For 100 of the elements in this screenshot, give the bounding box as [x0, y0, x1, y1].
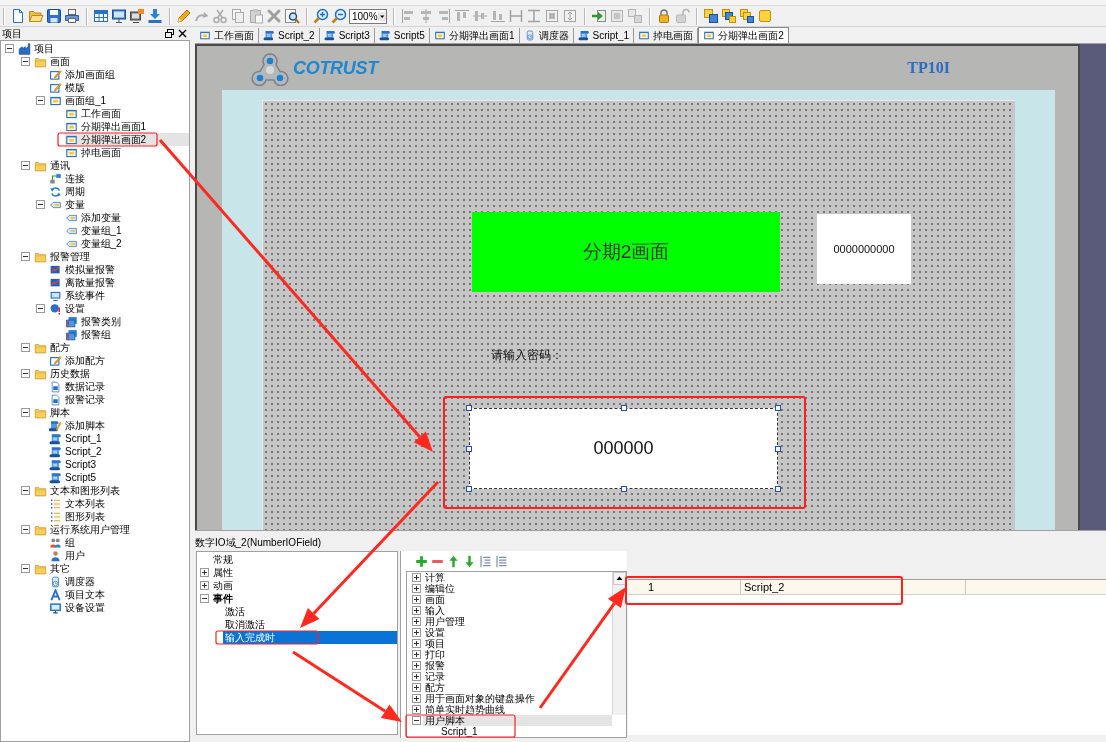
tree-item[interactable]: Script5: [49, 471, 99, 484]
function-item[interactable]: 报警: [423, 660, 447, 671]
resize-handle-icon[interactable]: [620, 486, 627, 492]
expand-icon[interactable]: [412, 628, 421, 637]
tree-item[interactable]: 历史数据: [33, 367, 92, 380]
expand-icon[interactable]: [412, 683, 421, 692]
collapse-icon[interactable]: [20, 161, 30, 170]
monitor-arrow-icon[interactable]: [129, 8, 145, 24]
tree-item[interactable]: Script3: [49, 458, 99, 471]
table-icon[interactable]: [93, 8, 109, 24]
function-item[interactable]: 用于画面对象的键盘操作: [423, 693, 537, 704]
tree-item[interactable]: Script_2: [49, 445, 104, 458]
category-item[interactable]: 激活: [223, 605, 247, 618]
expand-icon[interactable]: [412, 705, 421, 714]
category-item[interactable]: 常规: [211, 553, 235, 566]
resize-handle-icon[interactable]: [466, 486, 472, 492]
editor-tab[interactable]: Script3: [319, 28, 375, 43]
tree-item[interactable]: 图形列表: [49, 510, 107, 523]
stacked-squares-icon[interactable]: [703, 8, 719, 24]
resize-handle-icon[interactable]: [775, 445, 781, 452]
resize-handle-icon[interactable]: [466, 405, 472, 411]
outdent-list-icon[interactable]: [495, 554, 508, 568]
function-item[interactable]: 设置: [423, 627, 447, 638]
tree-item[interactable]: 添加变量: [64, 211, 123, 224]
function-item[interactable]: 项目: [423, 638, 447, 649]
tree-item[interactable]: 模版: [49, 81, 87, 94]
tree-item[interactable]: 报警记录: [49, 393, 107, 406]
collapse-icon[interactable]: [200, 594, 209, 603]
up-arrow-icon[interactable]: [447, 554, 460, 568]
function-item[interactable]: 简单实时趋势曲线: [423, 704, 507, 715]
tree-item[interactable]: 掉电画面: [64, 146, 123, 159]
editor-tab[interactable]: 工作画面: [195, 28, 259, 43]
category-item[interactable]: 动画: [211, 579, 235, 592]
expand-icon[interactable]: [200, 568, 209, 577]
tree-item[interactable]: 文本和图形列表: [33, 484, 122, 497]
collapse-icon[interactable]: [412, 716, 421, 725]
tree-item[interactable]: 分期弹出画面1: [64, 120, 149, 133]
function-item[interactable]: 记录: [423, 671, 447, 682]
stacked-squares-icon[interactable]: [721, 8, 737, 24]
tree-item[interactable]: 调度器: [49, 575, 97, 588]
download-icon[interactable]: [147, 8, 163, 24]
collapse-icon[interactable]: [20, 252, 30, 261]
scroll-up-icon[interactable]: [613, 572, 626, 585]
editor-tab[interactable]: 分期弹出画面2: [698, 27, 789, 43]
category-item[interactable]: 属性: [211, 566, 235, 579]
expand-icon[interactable]: [412, 694, 421, 703]
tree-item[interactable]: 周期: [49, 185, 87, 198]
expand-icon[interactable]: [200, 581, 209, 590]
tree-item[interactable]: 通讯: [33, 159, 72, 172]
stacked-squares-icon[interactable]: [739, 8, 755, 24]
tree-item[interactable]: 运行系统用户管理: [33, 523, 132, 536]
collapse-icon[interactable]: [36, 96, 45, 105]
tree-item[interactable]: 配方: [33, 341, 72, 354]
tree-item[interactable]: 报警管理: [33, 250, 92, 263]
tree-item[interactable]: 文本列表: [49, 497, 107, 510]
collapse-icon[interactable]: [20, 564, 30, 573]
function-item[interactable]: 打印: [423, 649, 447, 660]
expand-icon[interactable]: [412, 639, 421, 648]
collapse-icon[interactable]: [20, 408, 30, 417]
tree-item[interactable]: 工作画面: [64, 107, 123, 120]
zoom-out-icon[interactable]: [331, 8, 347, 24]
pencil-icon[interactable]: [176, 8, 192, 24]
resize-handle-icon[interactable]: [466, 445, 472, 452]
category-item[interactable]: 事件: [211, 592, 235, 605]
tree-item[interactable]: 脚本: [33, 406, 72, 419]
collapse-icon[interactable]: [20, 369, 30, 378]
tree-item[interactable]: 画面: [33, 55, 72, 68]
scrollbar[interactable]: [612, 572, 626, 715]
close-icon[interactable]: [178, 29, 187, 38]
editor-tab[interactable]: 分期弹出画面1: [429, 28, 520, 43]
collapse-icon[interactable]: [36, 200, 45, 209]
function-item[interactable]: 配方: [423, 682, 447, 693]
tree-item[interactable]: 添加脚本: [49, 419, 107, 432]
editor-tab[interactable]: Script_2: [259, 28, 320, 43]
collapse-icon[interactable]: [36, 304, 45, 313]
resize-handle-icon[interactable]: [620, 405, 627, 411]
collapse-icon[interactable]: [5, 44, 14, 53]
editor-tab[interactable]: Script_1: [573, 28, 635, 43]
document-icon[interactable]: [10, 8, 26, 24]
editor-tab[interactable]: 调度器: [519, 28, 574, 43]
expand-icon[interactable]: [412, 672, 421, 681]
editor-tab[interactable]: Script5: [374, 28, 430, 43]
collapse-icon[interactable]: [20, 343, 30, 352]
resize-handle-icon[interactable]: [775, 486, 781, 492]
expand-icon[interactable]: [412, 661, 421, 670]
tree-item[interactable]: 系统事件: [49, 289, 107, 302]
tree-item[interactable]: 画面组_1: [49, 94, 109, 107]
category-item[interactable]: 取消激活: [223, 618, 267, 631]
save-icon[interactable]: [46, 8, 62, 24]
tree-item[interactable]: 其它: [33, 562, 72, 575]
tree-item[interactable]: 设置: [49, 302, 87, 315]
function-item[interactable]: 用户脚本: [423, 715, 612, 726]
tree-item[interactable]: 报警组: [64, 328, 113, 341]
tree-item[interactable]: 组: [49, 536, 77, 549]
tree-item[interactable]: 添加画面组: [49, 68, 117, 81]
tree-item[interactable]: 变量组_1: [64, 224, 124, 237]
arrow-into-box-icon[interactable]: [591, 8, 607, 24]
padlock-icon[interactable]: [656, 8, 672, 24]
resize-handle-icon[interactable]: [775, 405, 781, 411]
down-arrow-icon[interactable]: [463, 554, 476, 568]
